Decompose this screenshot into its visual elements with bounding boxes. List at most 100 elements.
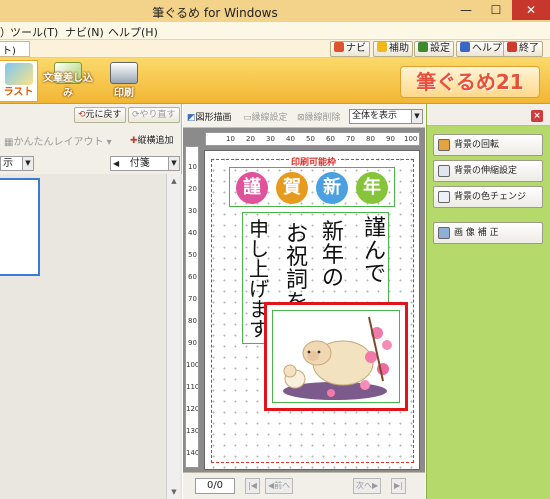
scroll-up-icon[interactable]: ▲ (167, 174, 181, 188)
prev-page-label: 前へ (274, 481, 291, 490)
add-text-button[interactable]: ✚縦横追加 (130, 133, 174, 146)
layout-row: ▦かんたんレイアウト ▾ ✚縦横追加 (0, 130, 182, 148)
ruler-tick: 90 (386, 135, 395, 143)
navi-button-label: ナビ (346, 43, 366, 54)
menu-navi[interactable]: ナビ(N) (65, 24, 104, 40)
last-page-button[interactable]: ▶| (391, 478, 406, 494)
recolor-background-button[interactable]: 背景の色チェンジ (433, 186, 543, 208)
chevron-down-icon: ▼ (411, 110, 422, 123)
sort-select-value: 付箋 (129, 158, 150, 169)
wand-icon (334, 42, 344, 52)
exit-button-label: 終了 (519, 43, 539, 54)
ruler-tick: 10 (226, 135, 235, 143)
ruler-tick: 110 (186, 383, 199, 391)
ruler-tick: 100 (404, 135, 418, 143)
left-ruler: 10 20 30 40 50 60 70 80 90 100 110 120 1… (185, 146, 199, 468)
sort-select[interactable]: ◀ 付箋 ▼ (110, 156, 180, 171)
redo-label: やり直す (139, 110, 176, 120)
ruler-tick: 100 (186, 361, 199, 369)
scroll-down-icon[interactable]: ▼ (167, 485, 181, 499)
sheep-illustration (272, 310, 400, 403)
window-title: 筆ぐるめ for Windows (152, 6, 278, 20)
exit-button[interactable]: 終了 (503, 41, 543, 57)
ruler-tick: 70 (188, 295, 197, 303)
menu-tools[interactable]: ツール(T) (10, 24, 58, 40)
settings-button[interactable]: 設定 (414, 41, 454, 57)
next-page-button[interactable]: 次へ▶ (353, 478, 382, 494)
image-correction-icon (438, 227, 450, 239)
ruler-tick: 50 (188, 251, 197, 259)
ruler-tick: 70 (346, 135, 355, 143)
illust-button[interactable]: ラスト (0, 60, 38, 102)
rotate-background-button[interactable]: 背景の回転 (433, 134, 543, 156)
ruler-tick: 30 (266, 135, 275, 143)
page-navigation: 0/0 |◀ ◀前へ 次へ▶ ▶| (183, 472, 425, 499)
greeting-char: 賀 (276, 172, 308, 204)
border-setting-icon: ▭ (243, 113, 252, 123)
redo-button[interactable]: ⟳やり直す (128, 107, 180, 123)
prev-page-button[interactable]: ◀前へ (265, 478, 294, 494)
magnifier-icon (418, 42, 428, 52)
postcard-canvas[interactable]: 印刷可能枠 謹 賀 新 年 謹んで 新年の お祝詞を 申し上げます (204, 150, 420, 470)
border-setting-button[interactable]: ▭縁線設定 (243, 110, 288, 123)
ruler-tick: 30 (188, 207, 197, 215)
draw-shape-button[interactable]: ◩図形描画 (187, 110, 232, 123)
view-select[interactable]: 示 ▼ (0, 156, 34, 171)
border-setting-label: 縁線設定 (251, 113, 288, 123)
close-icon[interactable]: × (531, 110, 543, 122)
undo-button[interactable]: ⟲元に戻す (74, 107, 126, 123)
help-button-label: ヘルプ (472, 43, 502, 54)
print-button[interactable]: 印刷 (100, 60, 148, 102)
border-delete-button[interactable]: ⊠縁線削除 (297, 110, 341, 123)
card-list-scrollbar[interactable]: ▲ ▼ (166, 174, 180, 499)
easy-layout-label: かんたんレイアウト (13, 137, 104, 148)
page-indicator: 0/0 (195, 478, 235, 494)
image-correction-button[interactable]: 画 像 補 正 (433, 222, 543, 244)
palette-icon (438, 191, 450, 203)
assist-button[interactable]: 補助 (373, 41, 413, 57)
help-button[interactable]: ヘルプ (456, 41, 506, 57)
greeting-char: 謹 (236, 172, 268, 204)
close-icon (507, 42, 517, 52)
chevron-down-icon: ▾ (103, 137, 112, 148)
left-arrow-icon: ◀ (113, 159, 122, 168)
ruler-tick: 60 (188, 273, 197, 281)
chevron-down-icon: ▼ (22, 157, 33, 170)
next-page-label: 次へ (356, 481, 372, 490)
ruler-tick: 60 (326, 135, 335, 143)
tab-fragment[interactable]: ト) (0, 41, 30, 57)
zoom-select-value: 全体を表示 (352, 111, 398, 121)
zoom-select[interactable]: 全体を表示 ▼ (349, 109, 423, 124)
left-panel: ⟲元に戻す ⟳やり直す ▦かんたんレイアウト ▾ ✚縦横追加 示 ▼ ◀ 付箋 ▼ … (0, 104, 182, 499)
border-delete-icon: ⊠ (297, 113, 305, 123)
ruler-tick: 120 (186, 405, 199, 413)
easy-layout-button[interactable]: ▦かんたんレイアウト ▾ (4, 133, 112, 148)
greeting-char: 新 (316, 172, 348, 204)
maximize-button[interactable]: ☐ (482, 0, 510, 20)
helper-bar: ト) ナビ 補助 設定 ヘルプ 終了 (0, 40, 550, 58)
editor-toolbar: ◩図形描画 ▭縁線設定 ⊠縁線削除 全体を表示 ▼ (183, 104, 425, 128)
ruler-tick: 130 (186, 427, 199, 435)
resize-background-button[interactable]: 背景の伸縮設定 (433, 160, 543, 182)
edit-row: ⟲元に戻す ⟳やり直す (0, 106, 182, 124)
add-text-icon: ✚ (130, 136, 138, 146)
close-window-button[interactable]: ✕ (512, 0, 550, 20)
menu-help[interactable]: ヘルプ(H) (108, 24, 158, 40)
illust-button-label: ラスト (3, 87, 34, 98)
ruler-tick: 140 (186, 449, 199, 457)
settings-button-label: 設定 (430, 43, 450, 54)
greeting-title[interactable]: 謹 賀 新 年 (229, 167, 395, 207)
first-page-icon: |◀ (248, 481, 257, 490)
card-thumbnail[interactable] (0, 178, 40, 276)
minimize-button[interactable]: — (452, 0, 480, 20)
ruler-tick: 80 (366, 135, 375, 143)
question-icon (460, 42, 470, 52)
title-bar: 筆ぐるめ for Windows — ☐ ✕ (0, 0, 550, 22)
insert-text-button[interactable]: 文章差し込み (40, 60, 96, 102)
illust-icon (4, 63, 33, 85)
navi-button[interactable]: ナビ (330, 41, 370, 57)
selected-illustration[interactable] (264, 302, 408, 411)
ruler-tick: 50 (306, 135, 315, 143)
first-page-button[interactable]: |◀ (245, 478, 260, 494)
print-button-label: 印刷 (114, 88, 134, 99)
